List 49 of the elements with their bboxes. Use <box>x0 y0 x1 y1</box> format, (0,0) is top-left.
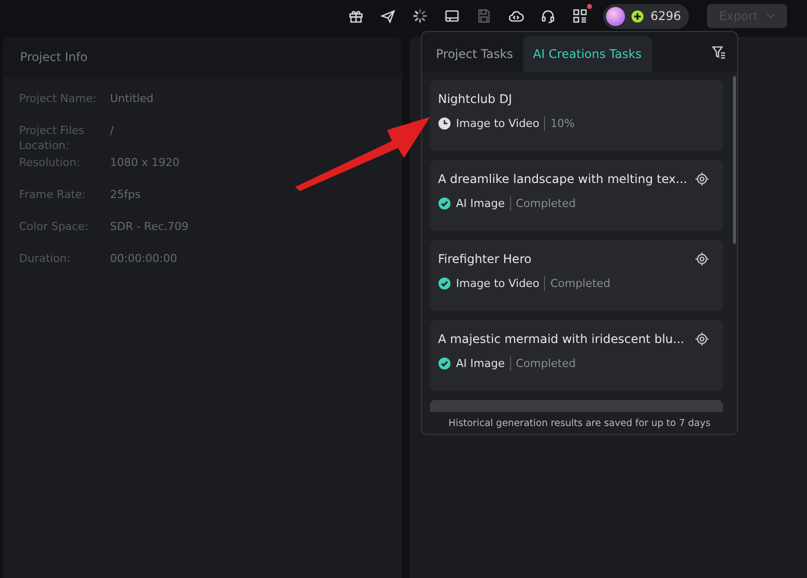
scrollbar-thumb[interactable] <box>732 76 736 244</box>
field-value: / <box>110 123 115 139</box>
task-status: Completed <box>516 357 576 370</box>
field-value: SDR - Rec.709 <box>110 219 190 235</box>
credits-pill[interactable]: 6296 <box>603 4 689 28</box>
field-label: Frame Rate: <box>19 187 87 203</box>
task-card[interactable]: A dreamlike landscape with melting tex... AI Image Completed <box>430 160 723 231</box>
task-status: 10% <box>550 117 575 130</box>
locate-icon[interactable] <box>695 172 709 186</box>
panel-title: Project Info <box>3 37 402 77</box>
grid-icon[interactable] <box>571 7 590 25</box>
field-label: Duration: <box>19 251 72 267</box>
credits-count: 6296 <box>650 9 681 23</box>
field-label: Project Files Location: <box>19 123 86 154</box>
clock-icon <box>438 117 451 130</box>
task-title: A majestic mermaid with iridescent blu... <box>438 332 684 346</box>
field-value: 25fps <box>110 187 142 203</box>
field-value: Untitled <box>110 91 155 107</box>
task-card[interactable]: Nightclub DJ Image to Video 10% <box>430 80 723 151</box>
task-status: Completed <box>550 277 610 290</box>
chevron-down-icon <box>766 13 776 19</box>
task-title: Firefighter Hero <box>438 252 532 266</box>
field-label: Resolution: <box>19 155 82 171</box>
footer-note: Historical generation results are saved for up to 7 days <box>422 412 737 434</box>
task-type: AI Image <box>456 197 505 210</box>
field-value: 1080 x 1920 <box>110 155 180 171</box>
tab[interactable]: AI Creations Tasks <box>523 36 652 72</box>
avatar-circle <box>606 6 626 26</box>
locate-icon[interactable] <box>695 252 709 266</box>
field-label: Color Space: <box>19 219 90 235</box>
task-card[interactable]: Firefighter Hero Image to Video Completed <box>430 240 723 311</box>
filter-icon[interactable] <box>711 44 727 60</box>
check-circle-icon <box>438 277 451 290</box>
paper-plane-icon[interactable] <box>379 7 398 25</box>
task-type: AI Image <box>456 357 505 370</box>
task-type: Image to Video <box>456 277 540 290</box>
locate-icon[interactable] <box>695 332 709 346</box>
check-circle-icon <box>438 197 451 210</box>
field-label: Project Name: <box>19 91 98 107</box>
task-status: Completed <box>516 197 576 210</box>
tab[interactable]: Project Tasks <box>426 36 524 72</box>
task-type: Image to Video <box>456 117 540 130</box>
spinner-icon[interactable] <box>411 7 430 25</box>
plus-circle-icon <box>631 10 644 22</box>
field-value: 00:00:00:00 <box>110 251 178 267</box>
task-title: Nightclub DJ <box>438 92 512 106</box>
task-card[interactable]: A majestic mermaid with iridescent blu... AI Image Completed <box>430 320 723 391</box>
task-title: A dreamlike landscape with melting tex... <box>438 172 688 186</box>
check-circle-icon <box>438 357 451 370</box>
